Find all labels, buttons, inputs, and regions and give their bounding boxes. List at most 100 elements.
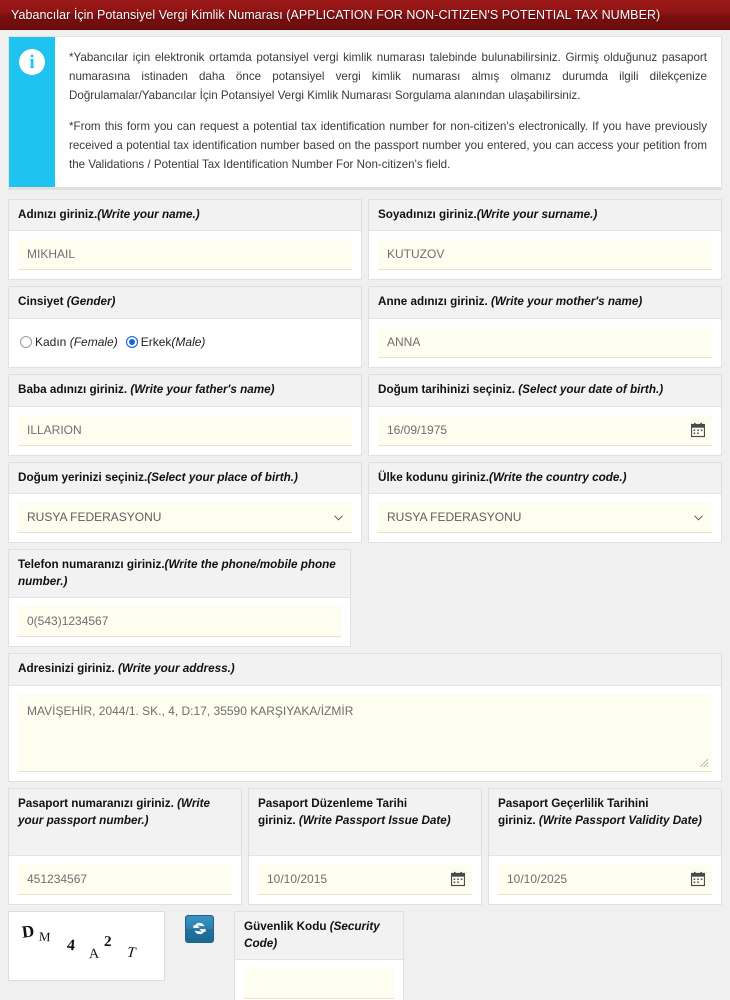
field-gender-label: Cinsiyet (Gender) <box>9 287 361 319</box>
field-country-code-label: Ülke kodunu giriniz.(Write the country c… <box>369 462 721 495</box>
form-row-father-birthdate: Baba adınızı giriniz. (Write your father… <box>8 373 722 456</box>
radio-male-dot[interactable] <box>125 336 138 349</box>
field-gender-body: Kadın (Female) Erkek(Male) <box>9 318 361 367</box>
captcha-char: D <box>20 921 36 942</box>
gender-option-male[interactable]: Erkek(Male) <box>125 335 205 350</box>
info-icon: i <box>19 49 45 75</box>
field-birth-place-label-en: (Select your place of birth.) <box>147 470 298 484</box>
field-phone: Telefon numaranızı giriniz.(Write the ph… <box>8 549 351 648</box>
field-name-label-en: (Write your name.) <box>97 207 200 221</box>
field-passport-issue-date-label-en: (Write Passport Issue Date) <box>298 813 451 827</box>
birth-date-input[interactable] <box>378 414 712 446</box>
field-address-label: Adresinizi giriniz. (Write your address.… <box>9 654 721 686</box>
field-security-code-label: Güvenlik Kodu (Security Code) <box>235 911 403 961</box>
field-gender-label-tr: Cinsiyet <box>18 295 64 309</box>
radio-male-label-tr: Erkek <box>140 335 172 350</box>
phone-input[interactable] <box>18 606 341 638</box>
field-gender: Cinsiyet (Gender) Kadın (Female) Erkek(M… <box>8 286 362 368</box>
country-code-select-wrap: RUSYA FEDERASYONU <box>378 502 712 534</box>
field-security-code-body <box>235 960 403 1000</box>
field-country-code: Ülke kodunu giriniz.(Write the country c… <box>368 461 722 544</box>
page-root: Yabancılar İçin Potansiyel Vergi Kimlik … <box>0 0 730 1000</box>
passport-number-input[interactable] <box>18 863 232 895</box>
field-surname-label-tr: Soyadınızı giriniz. <box>378 207 477 221</box>
field-passport-validity-date-label: Pasaport Geçerlilik Tarihini giriniz. (W… <box>489 788 721 856</box>
field-country-code-label-tr: Ülke kodunu giriniz. <box>378 470 490 484</box>
gender-option-female[interactable]: Kadın (Female) <box>20 335 118 349</box>
field-address-label-en: (Write your address.) <box>118 662 235 676</box>
field-phone-body <box>9 598 350 647</box>
field-mother-name: Anne adınızı giriniz. (Write your mother… <box>368 286 722 368</box>
radio-female-label-en: (Female) <box>69 335 118 350</box>
phone-row-spacer <box>357 549 722 647</box>
field-surname-body <box>369 231 721 280</box>
field-passport-validity-date: Pasaport Geçerlilik Tarihini giriniz. (W… <box>488 787 722 905</box>
field-father-name-body <box>9 406 361 455</box>
info-icon-column: i <box>9 37 55 187</box>
radio-female-dot[interactable] <box>20 336 32 349</box>
captcha-char: M <box>38 928 51 945</box>
surname-input[interactable] <box>378 239 712 271</box>
field-birth-date-body <box>369 406 721 455</box>
captcha-row: D M 4 A 2 T Güvenlik Kodu (Security Code… <box>0 910 730 1000</box>
field-father-name-label-en: (Write your father's name) <box>130 382 275 396</box>
country-code-select[interactable]: RUSYA FEDERASYONU <box>378 502 712 534</box>
refresh-captcha-button[interactable] <box>185 914 214 943</box>
security-code-input[interactable] <box>244 968 394 1000</box>
field-passport-issue-date-label: Pasaport Düzenleme Tarihi giriniz. (Writ… <box>249 788 481 856</box>
field-birth-place-label: Doğum yerinizi seçiniz.(Select your plac… <box>9 462 361 495</box>
field-passport-validity-date-label-en: (Write Passport Validity Date) <box>538 813 702 827</box>
field-birth-date-label: Doğum tarihinizi seçiniz. (Select your d… <box>369 374 721 407</box>
page-title: Yabancılar İçin Potansiyel Vergi Kimlik … <box>11 7 661 22</box>
field-passport-number-label-tr: Pasaport numaranızı giriniz. <box>18 796 174 810</box>
form-row-phone: Telefon numaranızı giriniz.(Write the ph… <box>8 549 722 648</box>
birth-place-select[interactable]: RUSYA FEDERASYONU <box>18 502 352 534</box>
field-passport-issue-date-body <box>249 855 481 904</box>
field-surname-label: Soyadınızı giriniz.(Write your surname.) <box>369 199 721 232</box>
field-name-body <box>9 231 361 280</box>
radio-female-label: Kadın (Female) <box>35 335 118 349</box>
father-name-input[interactable] <box>18 414 352 446</box>
field-birth-place-label-tr: Doğum yerinizi seçiniz. <box>18 470 148 484</box>
info-text-body: *Yabancılar için elektronik ortamda pota… <box>55 37 721 187</box>
info-paragraph-turkish: *Yabancılar için elektronik ortamda pota… <box>69 51 707 102</box>
field-mother-name-label-en: (Write your mother's name) <box>491 295 643 309</box>
field-surname: Soyadınızı giriniz.(Write your surname.) <box>368 198 722 281</box>
field-birth-date-label-tr: Doğum tarihinizi seçiniz. <box>378 382 516 396</box>
passport-validity-date-input-wrap <box>498 863 712 895</box>
field-mother-name-body <box>369 318 721 367</box>
form-row-gender: Cinsiyet (Gender) Kadın (Female) Erkek(M… <box>8 286 722 368</box>
name-input[interactable] <box>18 239 352 271</box>
passport-issue-date-input[interactable] <box>258 863 472 895</box>
field-passport-number: Pasaport numaranızı giriniz. (Write your… <box>8 787 242 905</box>
refresh-icon <box>193 923 206 935</box>
address-textarea[interactable]: MAVİŞEHİR, 2044/1. SK., 4, D:17, 35590 K… <box>18 693 712 772</box>
captcha-char: 2 <box>103 933 112 951</box>
radio-female-label-tr: Kadın <box>35 335 67 350</box>
field-birth-place: Doğum yerinizi seçiniz.(Select your plac… <box>8 461 362 544</box>
form-row-name: Adınızı giriniz.(Write your name.) Soyad… <box>8 198 722 281</box>
field-phone-label: Telefon numaranızı giriniz.(Write the ph… <box>9 550 350 599</box>
field-father-name-label: Baba adınızı giriniz. (Write your father… <box>9 374 361 407</box>
captcha-char: T <box>126 944 137 962</box>
field-address-label-tr: Adresinizi giriniz. <box>18 662 115 676</box>
field-phone-label-tr: Telefon numaranızı giriniz. <box>18 558 165 572</box>
passport-issue-date-input-wrap <box>258 863 472 895</box>
field-country-code-label-en: (Write the country code.) <box>489 470 627 484</box>
passport-validity-date-input[interactable] <box>498 863 712 895</box>
field-mother-name-label: Anne adınızı giriniz. (Write your mother… <box>369 287 721 319</box>
birth-date-input-wrap <box>378 414 712 446</box>
form-row-birthplace-country: Doğum yerinizi seçiniz.(Select your plac… <box>8 461 722 544</box>
field-mother-name-label-tr: Anne adınızı giriniz. <box>378 295 488 309</box>
birth-place-select-wrap: RUSYA FEDERASYONU <box>18 502 352 534</box>
field-name: Adınızı giriniz.(Write your name.) <box>8 198 362 281</box>
mother-name-input[interactable] <box>378 326 712 358</box>
captcha-char: 4 <box>66 936 76 955</box>
form-row-address: Adresinizi giriniz. (Write your address.… <box>8 653 722 782</box>
field-passport-number-body <box>9 855 241 904</box>
field-security-code-label-tr: Güvenlik Kodu <box>244 919 327 933</box>
form-row-passport: Pasaport numaranızı giriniz. (Write your… <box>8 787 722 905</box>
field-address-body: MAVİŞEHİR, 2044/1. SK., 4, D:17, 35590 K… <box>9 685 721 781</box>
address-textarea-wrap: MAVİŞEHİR, 2044/1. SK., 4, D:17, 35590 K… <box>18 693 712 772</box>
field-address: Adresinizi giriniz. (Write your address.… <box>8 653 722 782</box>
